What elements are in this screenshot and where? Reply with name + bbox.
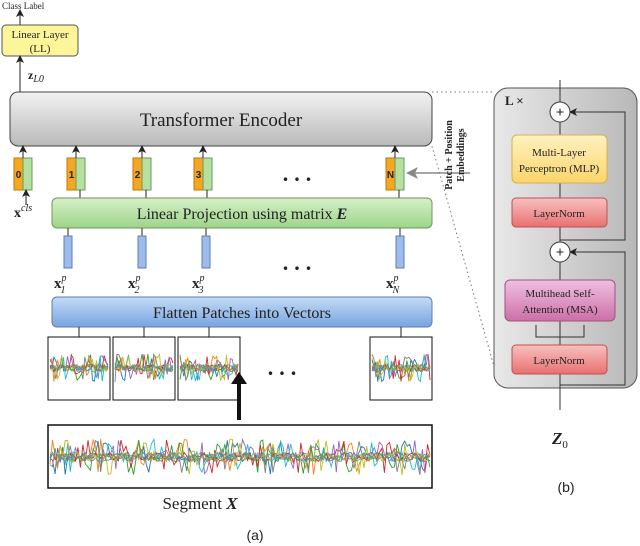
token-3: 3: [193, 145, 213, 198]
mlp-box: [511, 134, 608, 184]
transformer-encoder-label: Transformer Encoder: [140, 110, 303, 131]
token-0: 0: [13, 145, 33, 191]
caption-a: (a): [246, 527, 263, 543]
diagram-canvas: Class Label Linear Layer (LL) zL0 Transf…: [1, 1, 638, 543]
caption-b: (b): [557, 479, 574, 495]
z0-label: Z0: [551, 429, 568, 451]
msa-label-2: Attention (MSA): [522, 304, 598, 316]
layernorm-label-1: LayerNorm: [533, 355, 585, 367]
patch-0: [47, 327, 111, 401]
linear-layer-abbrev: (LL): [30, 43, 51, 55]
patch-vector-label: xp 2: [128, 273, 141, 296]
plus-node-1: +: [549, 241, 571, 263]
segment-label: Segment X: [162, 494, 238, 513]
patch-vector-3: xp N: [386, 228, 405, 296]
z-l0-label: zL0: [28, 68, 44, 85]
repeat-label: L ×: [505, 93, 524, 108]
vit-diagram: Class Label Linear Layer (LL) zL0 Transf…: [0, 0, 640, 546]
plus-node-2: +: [549, 101, 571, 123]
vector-bar: [395, 235, 405, 269]
token-index: 3: [196, 170, 202, 181]
token-index: N: [387, 170, 394, 181]
class-label: Class Label: [2, 1, 45, 11]
token-ellipsis: ...: [283, 161, 318, 186]
token-index: 1: [69, 170, 75, 181]
svg-text:Patch + Position: Patch + Position: [444, 120, 455, 190]
svg-text:Embeddings: Embeddings: [456, 128, 467, 181]
patch-3: [369, 327, 433, 401]
patch-embedding: [141, 157, 152, 191]
vector-bar: [137, 235, 147, 269]
linear-layer-label: Linear Layer: [11, 29, 68, 41]
patch-vector-0: xp 1: [54, 228, 73, 296]
mlp-label-2: Perceptron (MLP): [519, 163, 600, 175]
patch-vector-1: xp 2: [128, 228, 147, 296]
patch-embedding: [75, 157, 86, 191]
token-4: N: [385, 145, 405, 198]
vector-bar: [63, 235, 73, 269]
patch-embedding: [394, 157, 405, 191]
patch-embedding: [22, 157, 33, 191]
encoder-block-panel: [493, 87, 638, 389]
patch-vector-2: xp 3: [192, 228, 211, 296]
patch-vector-label: xp 3: [192, 273, 205, 296]
token-1: 1: [66, 145, 86, 198]
patch-embedding: [202, 157, 213, 191]
patch-vector-label: xp N: [386, 273, 401, 296]
token-index: 0: [16, 170, 22, 181]
patch-ellipsis: ...: [268, 355, 303, 380]
token-index: 2: [135, 170, 141, 181]
layernorm-label-2: LayerNorm: [533, 208, 585, 220]
svg-text:+: +: [556, 105, 565, 121]
token-embeddings: 0 1 2 3 N: [13, 145, 405, 198]
patch-vector-label: xp 1: [54, 273, 67, 296]
vector-ellipsis: ...: [283, 250, 318, 275]
linear-projection-label: Linear Projection using matrix E: [137, 206, 348, 223]
flatten-label: Flatten Patches into Vectors: [153, 305, 331, 322]
svg-text:+: +: [556, 245, 565, 261]
patch-vectors: xp 1 xp 2 xp 3 xp N: [54, 228, 405, 296]
x-cls-label: xcls: [14, 203, 32, 221]
embeddings-label: Patch + Position Embeddings: [444, 120, 467, 190]
vector-bar: [201, 235, 211, 269]
msa-label-1: Multihead Self-: [525, 288, 595, 300]
token-2: 2: [132, 145, 152, 198]
patch-2: [177, 327, 241, 401]
patch-1: [112, 327, 176, 401]
mlp-label-1: Multi-Layer: [532, 147, 586, 159]
